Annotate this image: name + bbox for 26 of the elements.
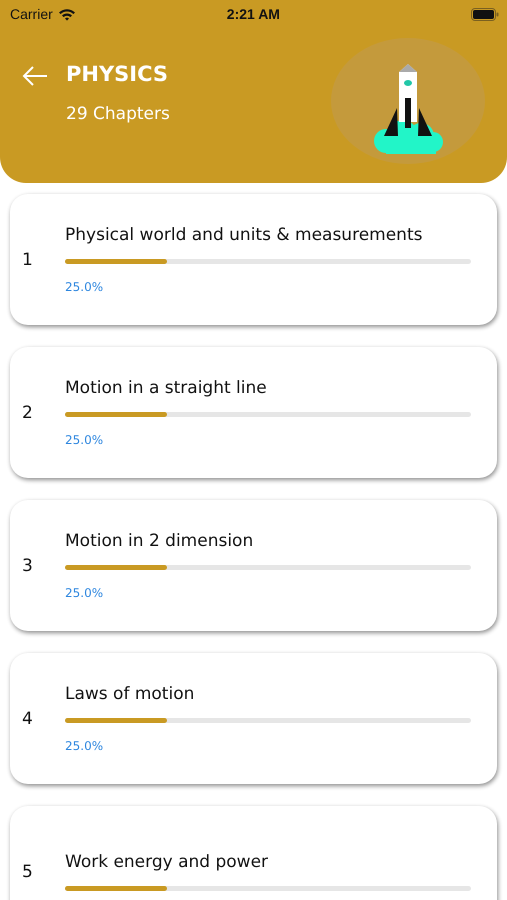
chapter-card[interactable]: 3 Motion in 2 dimension 25.0%	[10, 500, 497, 631]
chapter-count: 29 Chapters	[66, 104, 171, 124]
chapter-number: 4	[22, 708, 34, 728]
subject-title: PHYSICS	[66, 62, 170, 86]
progress-percent: 25.0%	[65, 433, 104, 447]
battery-icon	[471, 8, 499, 20]
chapter-title: Motion in a straight line	[65, 378, 268, 398]
chapter-card[interactable]: 2 Motion in a straight line 25.0%	[10, 347, 497, 478]
back-arrow-icon[interactable]	[22, 66, 48, 86]
chapter-card[interactable]: 1 Physical world and units & measurements 25.0%	[10, 194, 497, 325]
clock-time: 2:21 AM	[226, 6, 281, 22]
progress-percent: 25.0%	[65, 280, 104, 294]
progress-percent: 25.0%	[65, 739, 104, 753]
chapter-number: 1	[22, 250, 34, 270]
wifi-icon	[58, 8, 76, 20]
chapter-number: 2	[22, 402, 34, 422]
chapter-number: 3	[22, 556, 34, 576]
progress-percent: 25.0%	[65, 586, 104, 600]
chapter-number: 5	[22, 862, 34, 882]
chapter-title: Motion in 2 dimension	[65, 531, 254, 551]
chapter-title: Laws of motion	[65, 684, 196, 704]
chapter-card[interactable]: 5 Work energy and power	[10, 806, 497, 900]
chapter-title: Physical world and units & measurements	[65, 225, 424, 245]
chapter-title: Work energy and power	[65, 852, 270, 872]
chapter-card[interactable]: 4 Laws of motion 25.0%	[10, 653, 497, 784]
carrier-label: Carrier	[10, 6, 53, 22]
